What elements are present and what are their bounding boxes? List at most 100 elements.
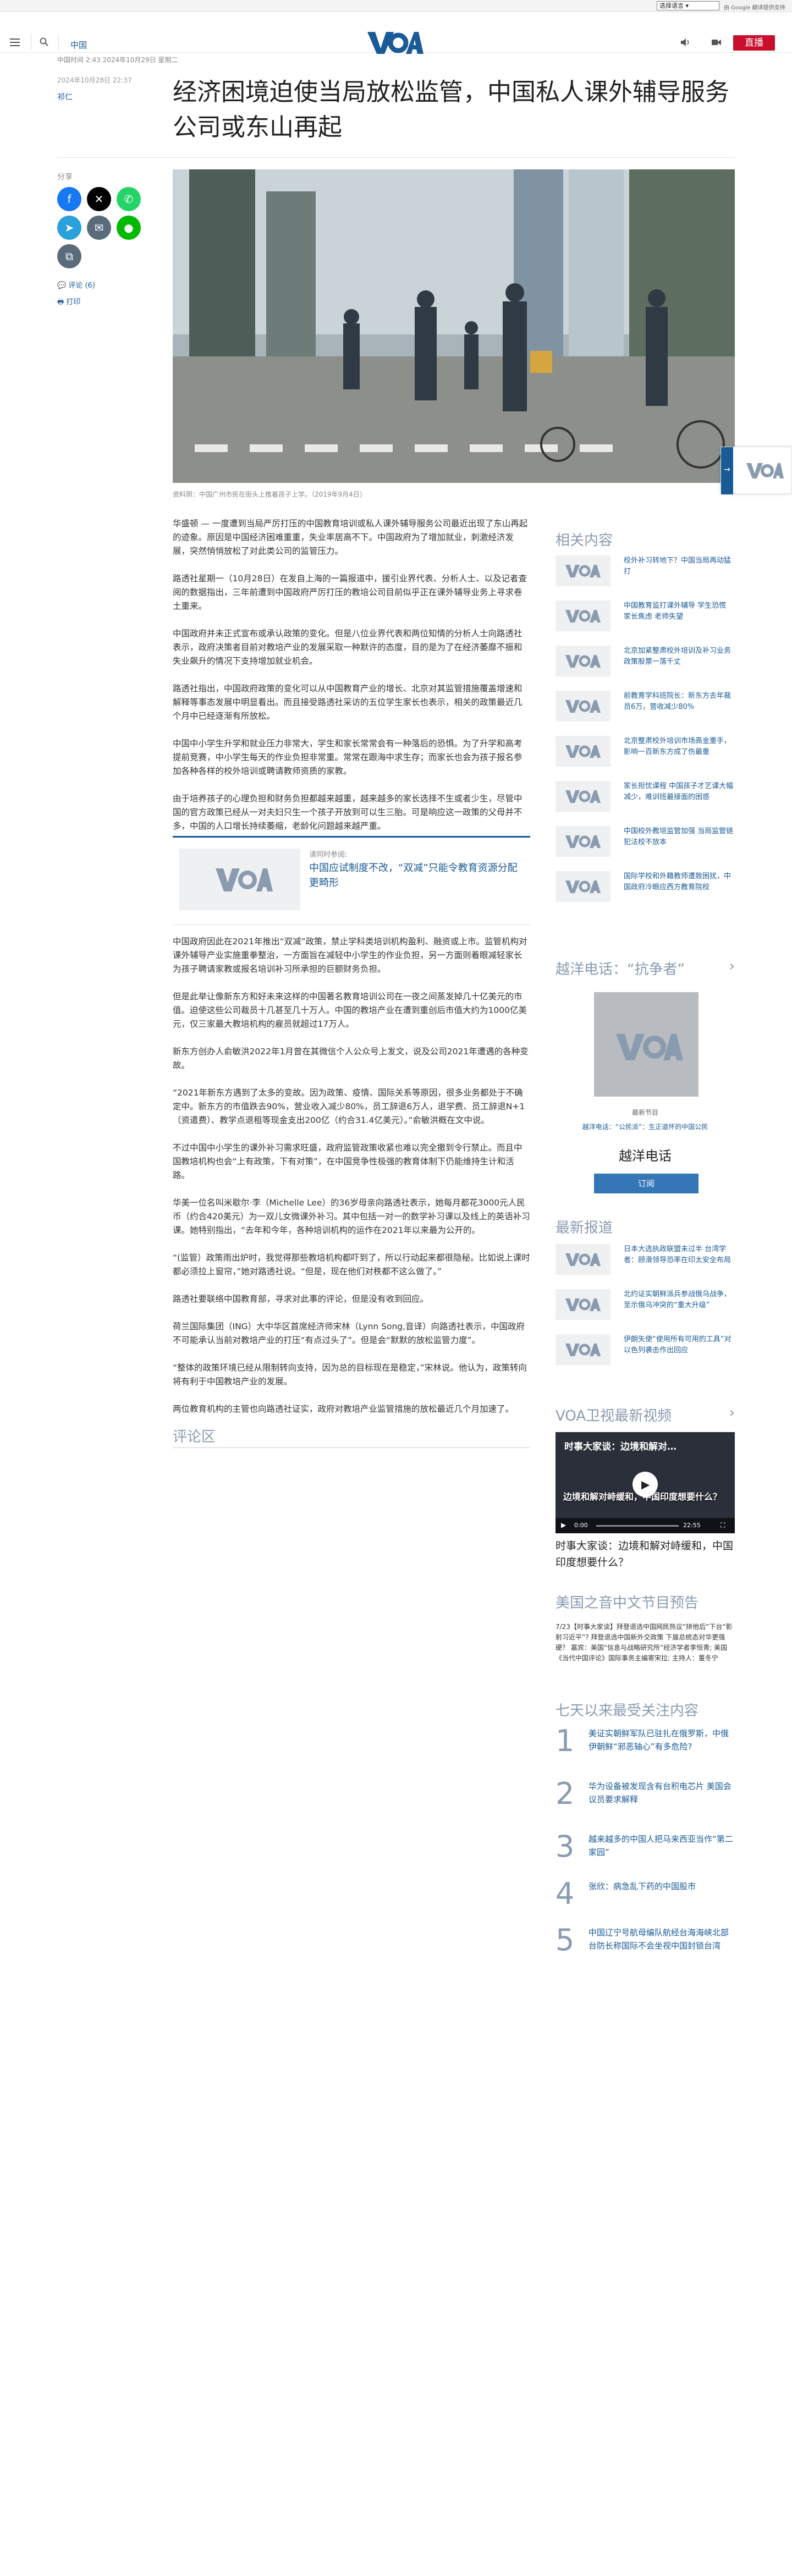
voa-placeholder-icon — [565, 745, 601, 758]
related-item[interactable]: 校外补习转地下？中国当局再动猛打 — [556, 555, 735, 592]
related-item[interactable]: 中国教育监打课外辅导 学生恐慌 家长焦虑 老师失望 — [556, 601, 735, 637]
print-link[interactable]: 🖶 打印 — [57, 296, 80, 309]
hotline-episode-link[interactable]: 越洋电话：“公民派”：生正道怀的中国公民 — [556, 1122, 735, 1131]
translate-bar: 选择语言 ▾ 由 Google 翻译提供支持 — [0, 0, 792, 12]
related-item[interactable]: 北京整肃校外培训市场高金重手，影响一百新东方成了伤最重 — [556, 736, 735, 772]
related-item[interactable]: 中国校外教培监管加强 当局监管链犯法校不放本 — [556, 826, 735, 862]
live-button[interactable]: 直播 — [733, 35, 775, 51]
telegram-share-button[interactable]: ➤ — [57, 216, 81, 240]
publish-date: 2024年10月28日 22:37 — [57, 76, 132, 84]
latest-item[interactable]: 日本大选执政联盟未过半 台湾学者：顾滑领导恐率在印太安全布局 — [556, 1244, 735, 1280]
article-body-part-b: 中国政府因此在2021年推出“双减”政策，禁止学科类培训机构盈利、融资或上市。监… — [173, 935, 530, 1430]
related-item-title[interactable]: 中国校外教培监管加强 当局监管链犯法校不放本 — [624, 826, 734, 848]
related-item-title[interactable]: 北京加紧整肃校外培训及补习业务 政策股票一落千丈 — [624, 646, 734, 668]
video-overlay-title: 时事大家谈：边境和解对… — [564, 1441, 676, 1452]
x-share-button[interactable]: ✕ — [87, 187, 111, 211]
video-duration: 22:55 — [683, 1522, 701, 1529]
play-button[interactable]: ▶ — [632, 1472, 658, 1497]
related-item-title[interactable]: 校外补习转地下？中国当局再动猛打 — [624, 555, 734, 577]
hotline-heading-link[interactable]: 越洋电话：“抗争者” › — [556, 958, 735, 978]
video-current-time: 0:00 — [574, 1522, 588, 1529]
arrow-icon: → — [724, 465, 730, 474]
item-thumbnail — [556, 691, 610, 722]
related-title-link[interactable]: 中国应试制度不改，“双减”只能令教育资源分配更畸形 — [309, 861, 518, 890]
chevron-right-icon: › — [729, 958, 735, 975]
item-thumbnail — [556, 1334, 610, 1365]
floating-player-widget[interactable]: → — [721, 447, 792, 494]
related-item-title[interactable]: 北京整肃校外培训市场高金重手，影响一百新东方成了伤最重 — [624, 736, 734, 758]
language-select[interactable]: 选择语言 ▾ — [657, 1, 719, 10]
video-title-link[interactable]: 时事大家谈：边境和解对峙缓和，中国印度想要什么？ — [556, 1538, 735, 1571]
popular-item-title[interactable]: 越来越多的中国人把马来西亚当作“第二家园” — [588, 1832, 734, 1859]
voa-placeholder-icon — [216, 868, 273, 891]
hotline-title: 越洋电话 — [619, 1148, 672, 1164]
whatsapp-share-button[interactable]: ✆ — [117, 187, 141, 211]
line-icon: ● — [124, 221, 134, 234]
facebook-share-button[interactable]: f — [57, 187, 81, 211]
search-icon[interactable] — [40, 37, 48, 46]
popular-rank: 1 — [556, 1724, 575, 1758]
comments-link[interactable]: 💬 评论 (6) — [57, 279, 95, 290]
body-paragraph: 荷兰国际集团（ING）大中华区首席经济师宋林（Lynn Song,音译）向路透社… — [173, 1322, 525, 1345]
body-paragraph: 不过中国中小学生的课外补习需求旺盛，政府监管政策收紧也难以完全撤到令行禁止。而且… — [173, 1143, 522, 1180]
nav-section-link[interactable]: 中国 — [70, 39, 87, 51]
body-paragraph: 华美一位名叫米歇尔·李（Michelle Lee）的36岁母亲向路透社表示，她每… — [173, 1198, 530, 1235]
inline-related-article[interactable]: 请同时参阅: 中国应试制度不改，“双减”只能令教育资源分配更畸形 — [173, 836, 530, 925]
popular-item-title[interactable]: 华为设备被发现含有台积电芯片 美国会议员要求解释 — [588, 1780, 734, 1806]
related-item[interactable]: 国际学校和外籍教师遭致困扰，中国政府冷眼应西方教育院校 — [556, 871, 735, 907]
popular-item-title[interactable]: 美证实朝鲜军队已驻扎在俄罗斯，中俄伊朝鲜“邪恶轴心”有多危险? — [588, 1727, 734, 1753]
author-link[interactable]: 祁仁 — [57, 91, 73, 102]
video-heading-link[interactable]: VOA卫视最新视频 › — [556, 1405, 735, 1425]
widget-tab[interactable]: → — [721, 447, 733, 494]
latest-item-title[interactable]: 伊朗矢使“使用所有可用的工具”对以色列袭击作出回应 — [624, 1334, 734, 1356]
latest-item-title[interactable]: 北约证实朝鲜派兵参战俄乌战争，至示俄乌冲突的“重大升级” — [624, 1289, 734, 1311]
related-item-title[interactable]: 前教育学科班院长：新东方去年裁员6万，营收减少80% — [624, 691, 734, 713]
item-thumbnail — [556, 781, 610, 812]
related-item-title[interactable]: 家长担忧课程 中国孩子才艺课大幅减少，难训班最接面的困惑 — [624, 781, 734, 803]
hotline-cover[interactable] — [594, 992, 698, 1097]
latest-item[interactable]: 伊朗矢使“使用所有可用的工具”对以色列袭击作出回应 — [556, 1334, 735, 1370]
menu-icon[interactable] — [10, 38, 20, 48]
hotline-heading: 越洋电话：“抗争者” — [556, 961, 685, 978]
body-paragraph: “2021年新东方遇到了太多的变故。因为政策、疫情、国际关系等原因，很多业务都处… — [173, 1088, 525, 1125]
copy-link-button[interactable]: ⧉ — [57, 244, 81, 268]
voa-placeholder-icon — [565, 655, 601, 668]
comments-link-label: 评论 (6) — [68, 282, 95, 290]
email-share-button[interactable]: ✉ — [87, 216, 111, 240]
item-thumbnail — [556, 736, 610, 767]
latest-item-title[interactable]: 日本大选执政联盟未过半 台湾学者：顾滑领导恐率在印太安全布局 — [624, 1244, 734, 1266]
translate-brand: 由 Google 翻译提供支持 — [724, 5, 785, 11]
voa-placeholder-icon — [565, 1344, 601, 1356]
popular-item-title[interactable]: 中国辽宁号航母编队航经台海海峡北部 台防长称国际不会坐视中国封锁台湾 — [588, 1926, 734, 1952]
subscribe-button[interactable]: 订阅 — [594, 1174, 698, 1193]
dateline: 中国时间 2:43 2024年10月29日 星期二 — [57, 56, 178, 64]
item-thumbnail — [556, 1244, 610, 1275]
chevron-right-icon: › — [729, 1405, 735, 1421]
comments-divider — [173, 1447, 530, 1448]
control-play-icon[interactable]: ▶ — [561, 1521, 566, 1529]
related-item-title[interactable]: 国际学校和外籍教师遭致困扰，中国政府冷眼应西方教育院校 — [624, 871, 734, 893]
popular-rank: 5 — [556, 1923, 575, 1957]
video-player[interactable]: 时事大家谈：边境和解对… 边境和解对峙缓和，中国印度想要什么？ ▶ ▶ 0:00… — [556, 1432, 735, 1533]
item-thumbnail — [556, 555, 610, 586]
telegram-icon: ➤ — [64, 221, 74, 234]
latest-heading: 最新报道 — [556, 1220, 613, 1236]
preview-section: 美国之音中文节目预告 7/23【时事大家谈】拜登退选中国网民热议“拼他后”下台“… — [556, 1592, 735, 1664]
item-thumbnail — [556, 826, 610, 857]
related-item[interactable]: 北京加紧整肃校外培训及补习业务 政策股票一落千丈 — [556, 646, 735, 682]
related-item[interactable]: 家长担忧课程 中国孩子才艺课大幅减少，难训班最接面的困惑 — [556, 781, 735, 817]
latest-item[interactable]: 北约证实朝鲜派兵参战俄乌战争，至示俄乌冲突的“重大升级” — [556, 1289, 735, 1325]
related-item[interactable]: 前教育学科班院长：新东方去年裁员6万，营收减少80% — [556, 691, 735, 727]
video-progress-bar[interactable] — [596, 1525, 679, 1527]
body-paragraph: “整体的政策环境已经从限制转向支持，因为总的目标现在是稳定，”宋林说。他认为，政… — [173, 1363, 527, 1386]
item-thumbnail — [556, 1289, 610, 1320]
video-icon[interactable] — [711, 37, 722, 47]
share-label: 分享 — [57, 173, 73, 181]
x-icon: ✕ — [94, 192, 104, 206]
line-share-button[interactable]: ● — [117, 216, 141, 240]
audio-icon[interactable] — [680, 37, 691, 47]
voa-logo[interactable] — [366, 30, 424, 56]
popular-item-title[interactable]: 张欣：病急乱下药的中国股市 — [588, 1880, 734, 1893]
related-item-title[interactable]: 中国教育监打课外辅导 学生恐慌 家长焦虑 老师失望 — [624, 601, 734, 623]
fullscreen-icon[interactable]: ⛶ — [721, 1521, 725, 1529]
